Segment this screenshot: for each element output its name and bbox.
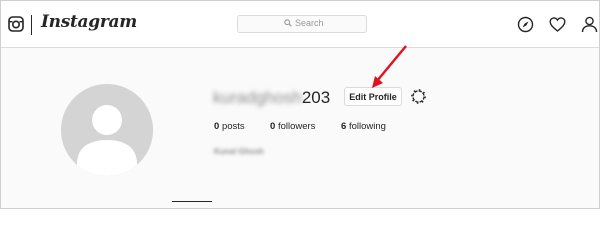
search-input[interactable]: Search [237,15,367,33]
heart-icon[interactable] [549,16,566,33]
posts-tab-indicator[interactable] [172,201,212,202]
following-stat[interactable]: 6 following [341,121,386,132]
default-avatar-icon [61,84,153,176]
posts-stat: 0 posts [214,121,245,132]
avatar[interactable] [61,84,153,176]
username-blurred: kuradghosh [213,88,302,107]
page: Instagram Search kuradghosh203 Edit Prof… [0,0,600,209]
search-icon [284,19,292,27]
person-icon[interactable] [581,16,598,33]
posts-label: posts [221,121,245,132]
compass-icon[interactable] [517,16,534,33]
posts-count: 0 [214,121,220,132]
following-label: following [348,121,386,132]
logo-divider [31,15,32,35]
search-placeholder: Search [295,18,324,28]
followers-count: 0 [270,121,276,132]
instagram-glyph-icon[interactable] [8,16,24,32]
profile-full-name: Kunal Ghosh [214,147,264,156]
following-count: 6 [341,121,347,132]
followers-stat[interactable]: 0 followers [270,121,315,132]
profile-username: kuradghosh203 [213,88,330,108]
annotation-arrow [372,45,407,88]
top-nav-bar: Instagram Search [1,1,599,48]
followers-label: followers [277,121,316,132]
instagram-wordmark[interactable]: Instagram [41,12,137,32]
username-suffix: 203 [301,88,331,107]
